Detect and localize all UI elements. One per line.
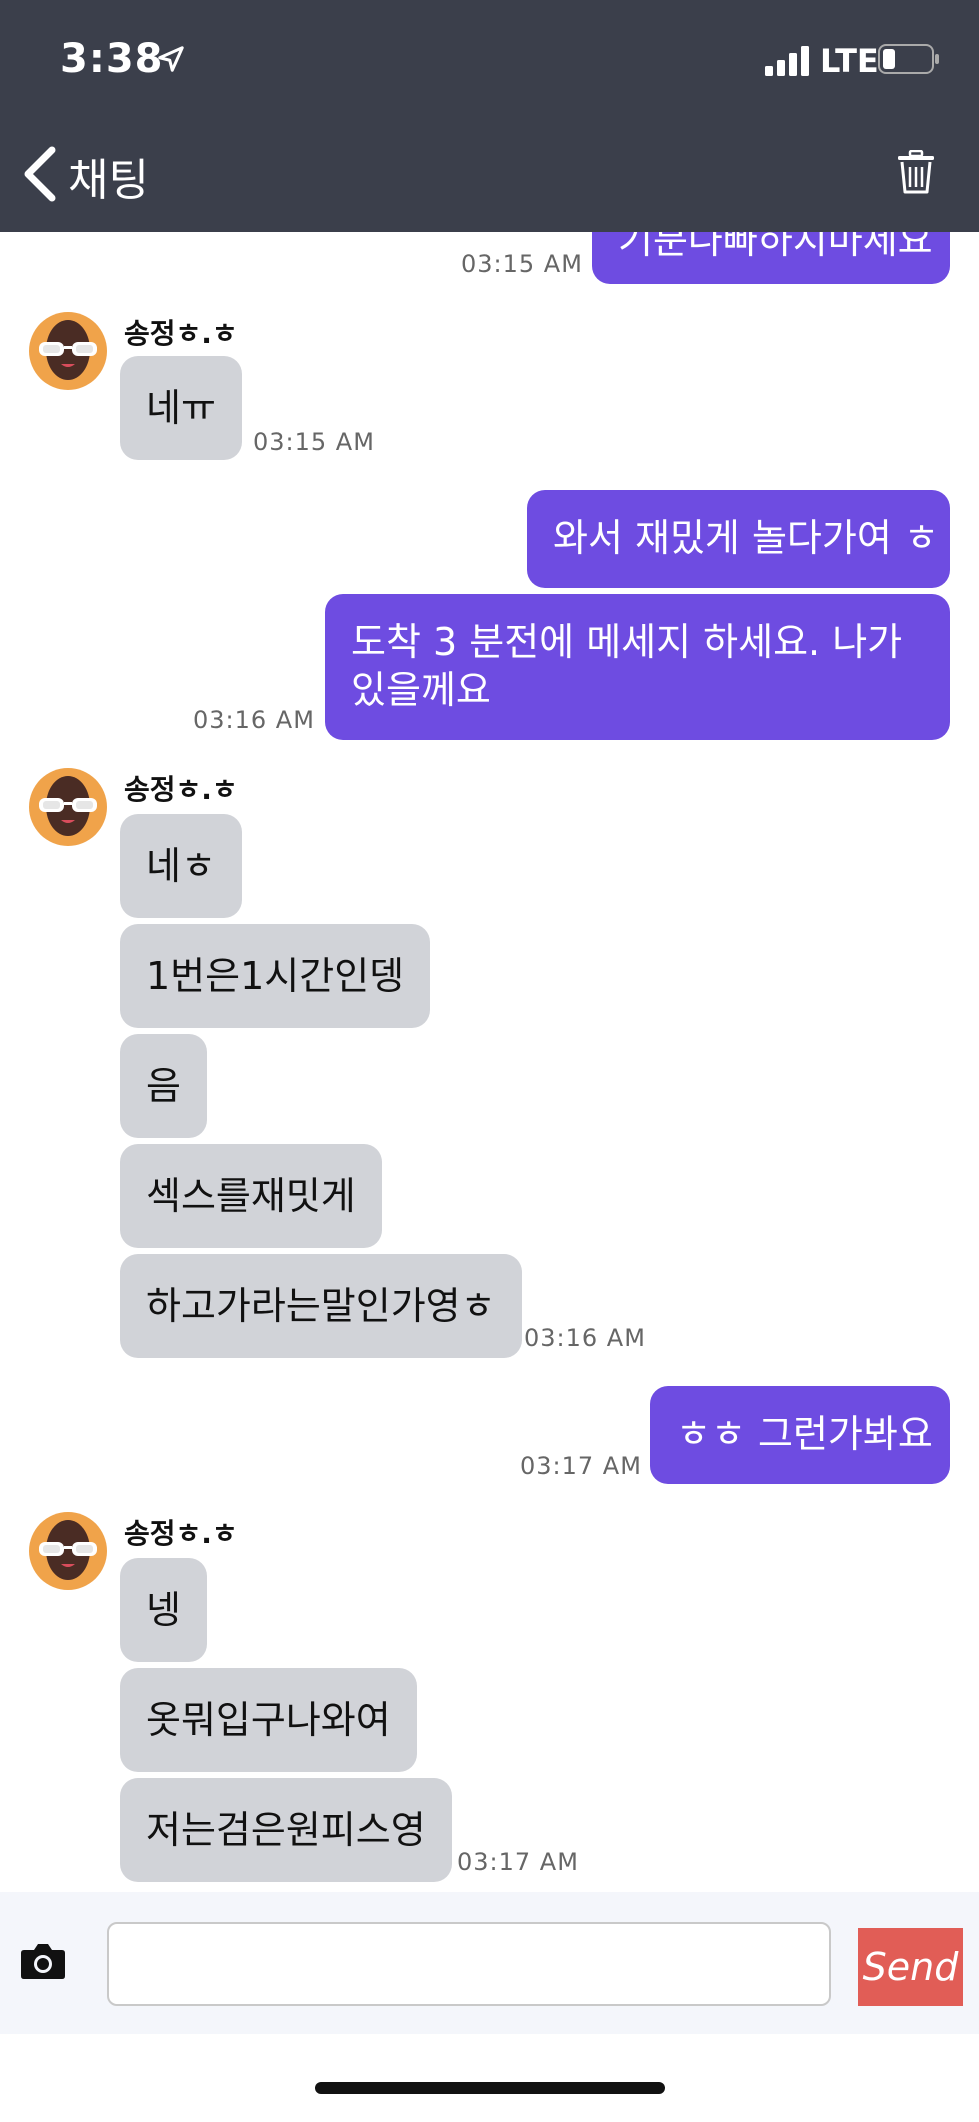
sender-name: 송정ㅎ.ㅎ xyxy=(124,317,238,350)
message-bubble-incoming: 네ㅠ xyxy=(120,356,242,460)
composer-bar: Send xyxy=(0,1892,979,2034)
chevron-left-icon xyxy=(24,146,56,202)
message-timestamp: 03:15 AM xyxy=(253,428,375,456)
message-bubble-incoming: 넹 xyxy=(120,1558,207,1662)
avatar[interactable] xyxy=(29,768,107,846)
message-timestamp: 03:16 AM xyxy=(524,1324,646,1352)
message-bubble-incoming: 음 xyxy=(120,1034,207,1138)
back-button[interactable]: 채팅 xyxy=(20,140,220,206)
message-bubble-incoming: 하고가라는말인가영ㅎ xyxy=(120,1254,522,1358)
message-input[interactable] xyxy=(107,1922,831,2006)
message-bubble-incoming: 섹스를재밋게 xyxy=(120,1144,382,1248)
signal-icon xyxy=(765,46,809,76)
top-header: 3:38 LTE 채팅 xyxy=(0,0,979,232)
camera-icon[interactable] xyxy=(20,1942,66,1980)
home-indicator xyxy=(315,2082,665,2094)
sender-name: 송정ㅎ.ㅎ xyxy=(124,773,238,806)
message-timestamp: 03:15 AM xyxy=(461,250,583,278)
message-bubble-outgoing: ㅎㅎ 그런가봐요 xyxy=(650,1386,950,1484)
message-bubble-incoming: 네ㅎ xyxy=(120,814,242,918)
send-button[interactable]: Send xyxy=(858,1928,963,2006)
message-timestamp: 03:17 AM xyxy=(457,1848,579,1876)
message-bubble-outgoing: 기분나빠하지마세요 xyxy=(592,232,950,284)
avatar[interactable] xyxy=(29,312,107,390)
message-bubble-outgoing: 도착 3 분전에 메세지 하세요. 나가 있을께요 xyxy=(325,594,950,740)
location-arrow-icon xyxy=(158,46,184,72)
trash-icon[interactable] xyxy=(896,150,936,194)
message-bubble-outgoing: 와서 재밌게 놀다가여 ㅎ xyxy=(527,490,950,588)
status-time: 3:38 xyxy=(60,36,164,82)
message-timestamp: 03:16 AM xyxy=(193,706,315,734)
message-bubble-incoming: 옷뭐입구나와여 xyxy=(120,1668,417,1772)
message-timestamp: 03:17 AM xyxy=(520,1452,642,1480)
message-bubble-incoming: 저는검은원피스영 xyxy=(120,1778,452,1882)
avatar[interactable] xyxy=(29,1512,107,1590)
network-label: LTE xyxy=(820,42,879,80)
page-title: 채팅 xyxy=(68,155,149,206)
sender-name: 송정ㅎ.ㅎ xyxy=(124,1517,238,1550)
chat-messages[interactable]: 기분나빠하지마세요 03:15 AM 송정ㅎ.ㅎ 네ㅠ 03:15 AM 와서 … xyxy=(0,232,979,1892)
battery-icon xyxy=(878,44,939,74)
message-bubble-incoming: 1번은1시간인뎅 xyxy=(120,924,431,1028)
